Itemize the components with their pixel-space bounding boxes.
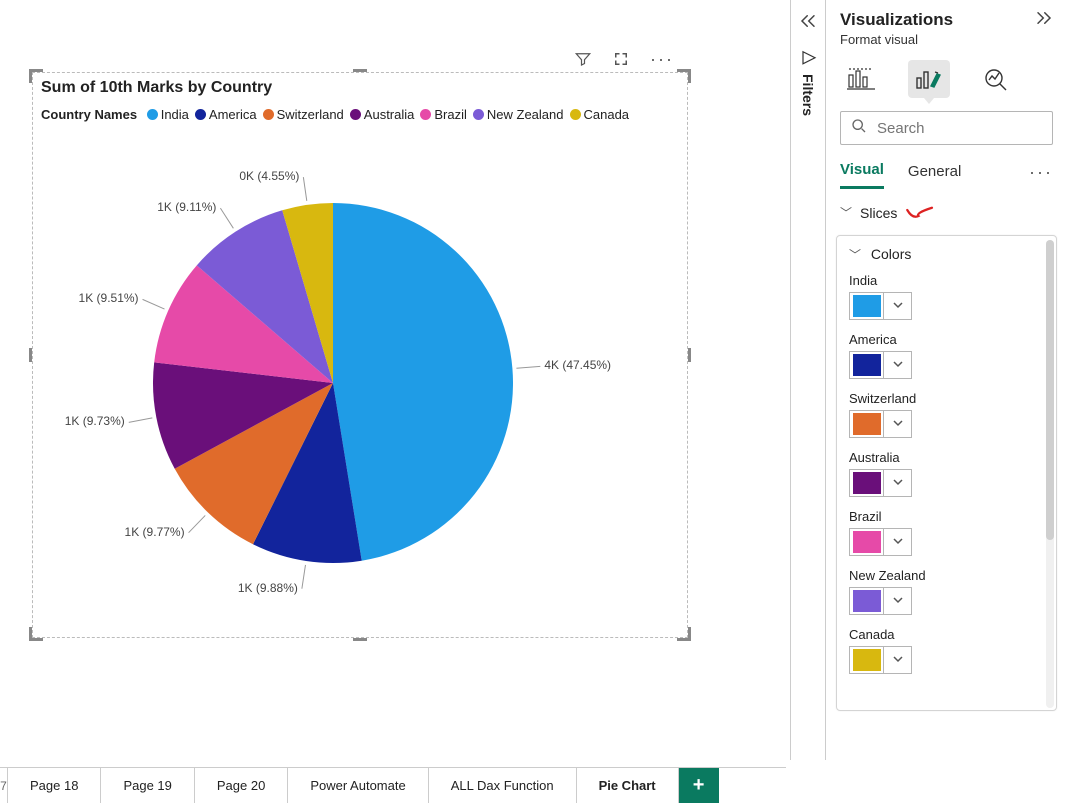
chevron-down-icon (883, 647, 911, 673)
legend-item[interactable]: New Zealand (473, 107, 564, 122)
chevron-down-icon (883, 470, 911, 496)
build-visual-tab-icon[interactable] (840, 60, 882, 98)
format-visual-subtitle: Format visual (826, 32, 1067, 55)
chart-title: Sum of 10th Marks by Country (41, 79, 272, 97)
page-tab[interactable]: Power Automate (288, 768, 428, 803)
color-picker-button[interactable] (849, 469, 912, 497)
color-entry: India (849, 273, 1044, 322)
color-entry-label: India (849, 273, 1044, 288)
slice-label: 1K (9.88%) (238, 581, 298, 595)
page-tab[interactable]: ALL Dax Function (429, 768, 577, 803)
color-entry: Switzerland (849, 391, 1044, 440)
color-picker-button[interactable] (849, 646, 912, 674)
format-search-input[interactable] (875, 119, 1067, 138)
colors-card: ﹀ Colors India America Switzerland Australi… (836, 235, 1057, 711)
color-picker-button[interactable] (849, 410, 912, 438)
color-entry: New Zealand (849, 568, 1044, 617)
page-tab[interactable]: Page 20 (195, 768, 288, 803)
page-tab-bar: 7 Page 18Page 19Page 20Power AutomateALL… (0, 767, 786, 803)
slice-label: 1K (9.77%) (125, 525, 185, 539)
filter-icon[interactable] (574, 50, 592, 73)
page-tab-scroll-prev[interactable]: 7 (0, 768, 8, 803)
focus-mode-icon[interactable] (612, 50, 630, 73)
pie-plot-area: 4K (47.45%) 1K (9.88%) 1K (9.77%) 1K (9.73%… (33, 133, 689, 633)
chevron-down-icon (883, 529, 911, 555)
color-entry-label: New Zealand (849, 568, 1044, 583)
visualizations-pane: Visualizations Format visual Visual Gene… (826, 0, 1067, 803)
color-entry: Canada (849, 627, 1044, 676)
color-entry-label: Switzerland (849, 391, 1044, 406)
chevron-down-icon (883, 588, 911, 614)
color-entry: Australia (849, 450, 1044, 499)
expand-filters-icon[interactable] (799, 14, 817, 33)
legend-item[interactable]: India (147, 107, 189, 122)
color-entry-label: Canada (849, 627, 1044, 642)
color-picker-button[interactable] (849, 292, 912, 320)
filters-icon (800, 48, 818, 71)
legend-title: Country Names (41, 107, 137, 122)
format-search-box[interactable] (840, 111, 1053, 145)
color-entry-label: Brazil (849, 509, 1044, 524)
color-picker-button[interactable] (849, 587, 912, 615)
filters-pane-collapsed[interactable]: Filters (790, 0, 826, 760)
legend-item[interactable]: America (195, 107, 257, 122)
slices-section-header[interactable]: ﹀ Slices (826, 190, 1067, 227)
color-entry: America (849, 332, 1044, 381)
pie-slice[interactable] (333, 203, 513, 561)
chevron-down-icon (883, 411, 911, 437)
collapse-visualizations-icon[interactable] (1035, 11, 1053, 30)
chevron-down-icon (883, 293, 911, 319)
report-canvas: ··· Sum of 10th Marks by Country Country… (0, 0, 786, 760)
resize-handle[interactable] (677, 69, 691, 83)
slice-label: 0K (4.55%) (239, 169, 299, 183)
color-picker-button[interactable] (849, 351, 912, 379)
color-entry-label: America (849, 332, 1044, 347)
general-sub-tab[interactable]: General (908, 157, 961, 188)
sub-tab-more-icon[interactable]: ··· (1029, 162, 1053, 183)
filters-label: Filters (800, 74, 816, 116)
chevron-down-icon (883, 352, 911, 378)
colors-scrollbar[interactable] (1046, 240, 1054, 708)
search-icon (851, 118, 867, 139)
chevron-down-icon: ﹀ (840, 204, 852, 221)
page-tab[interactable]: Pie Chart (577, 768, 679, 803)
pie-chart-visual[interactable]: Sum of 10th Marks by Country Country Nam… (32, 72, 688, 638)
slice-label: 1K (9.51%) (79, 291, 139, 305)
slice-label: 1K (9.11%) (157, 200, 216, 214)
legend-item[interactable]: Canada (570, 107, 630, 122)
color-picker-button[interactable] (849, 528, 912, 556)
legend-item[interactable]: Switzerland (263, 107, 344, 122)
legend-item[interactable]: Brazil (420, 107, 467, 122)
page-tab[interactable]: Page 18 (8, 768, 101, 803)
color-entry-label: Australia (849, 450, 1044, 465)
visual-sub-tab[interactable]: Visual (840, 155, 884, 189)
annotation-mark (905, 205, 935, 221)
slice-label: 1K (9.73%) (65, 414, 125, 428)
visualizations-title: Visualizations (840, 10, 953, 30)
slice-label: 4K (47.45%) (544, 358, 611, 372)
chevron-down-icon: ﹀ (849, 248, 861, 262)
resize-handle[interactable] (353, 69, 367, 83)
slices-label: Slices (860, 205, 897, 221)
page-tab[interactable]: Page 19 (101, 768, 194, 803)
add-page-button[interactable]: + (679, 768, 719, 803)
legend-item[interactable]: Australia (350, 107, 415, 122)
color-entry: Brazil (849, 509, 1044, 558)
format-visual-tab-icon[interactable] (908, 60, 950, 98)
visual-more-icon[interactable]: ··· (650, 50, 674, 73)
chart-legend: Country Names India America Switzerland Aus… (41, 107, 635, 122)
colors-section-header[interactable]: ﹀ Colors (849, 246, 1044, 263)
analytics-tab-icon[interactable] (976, 60, 1018, 98)
